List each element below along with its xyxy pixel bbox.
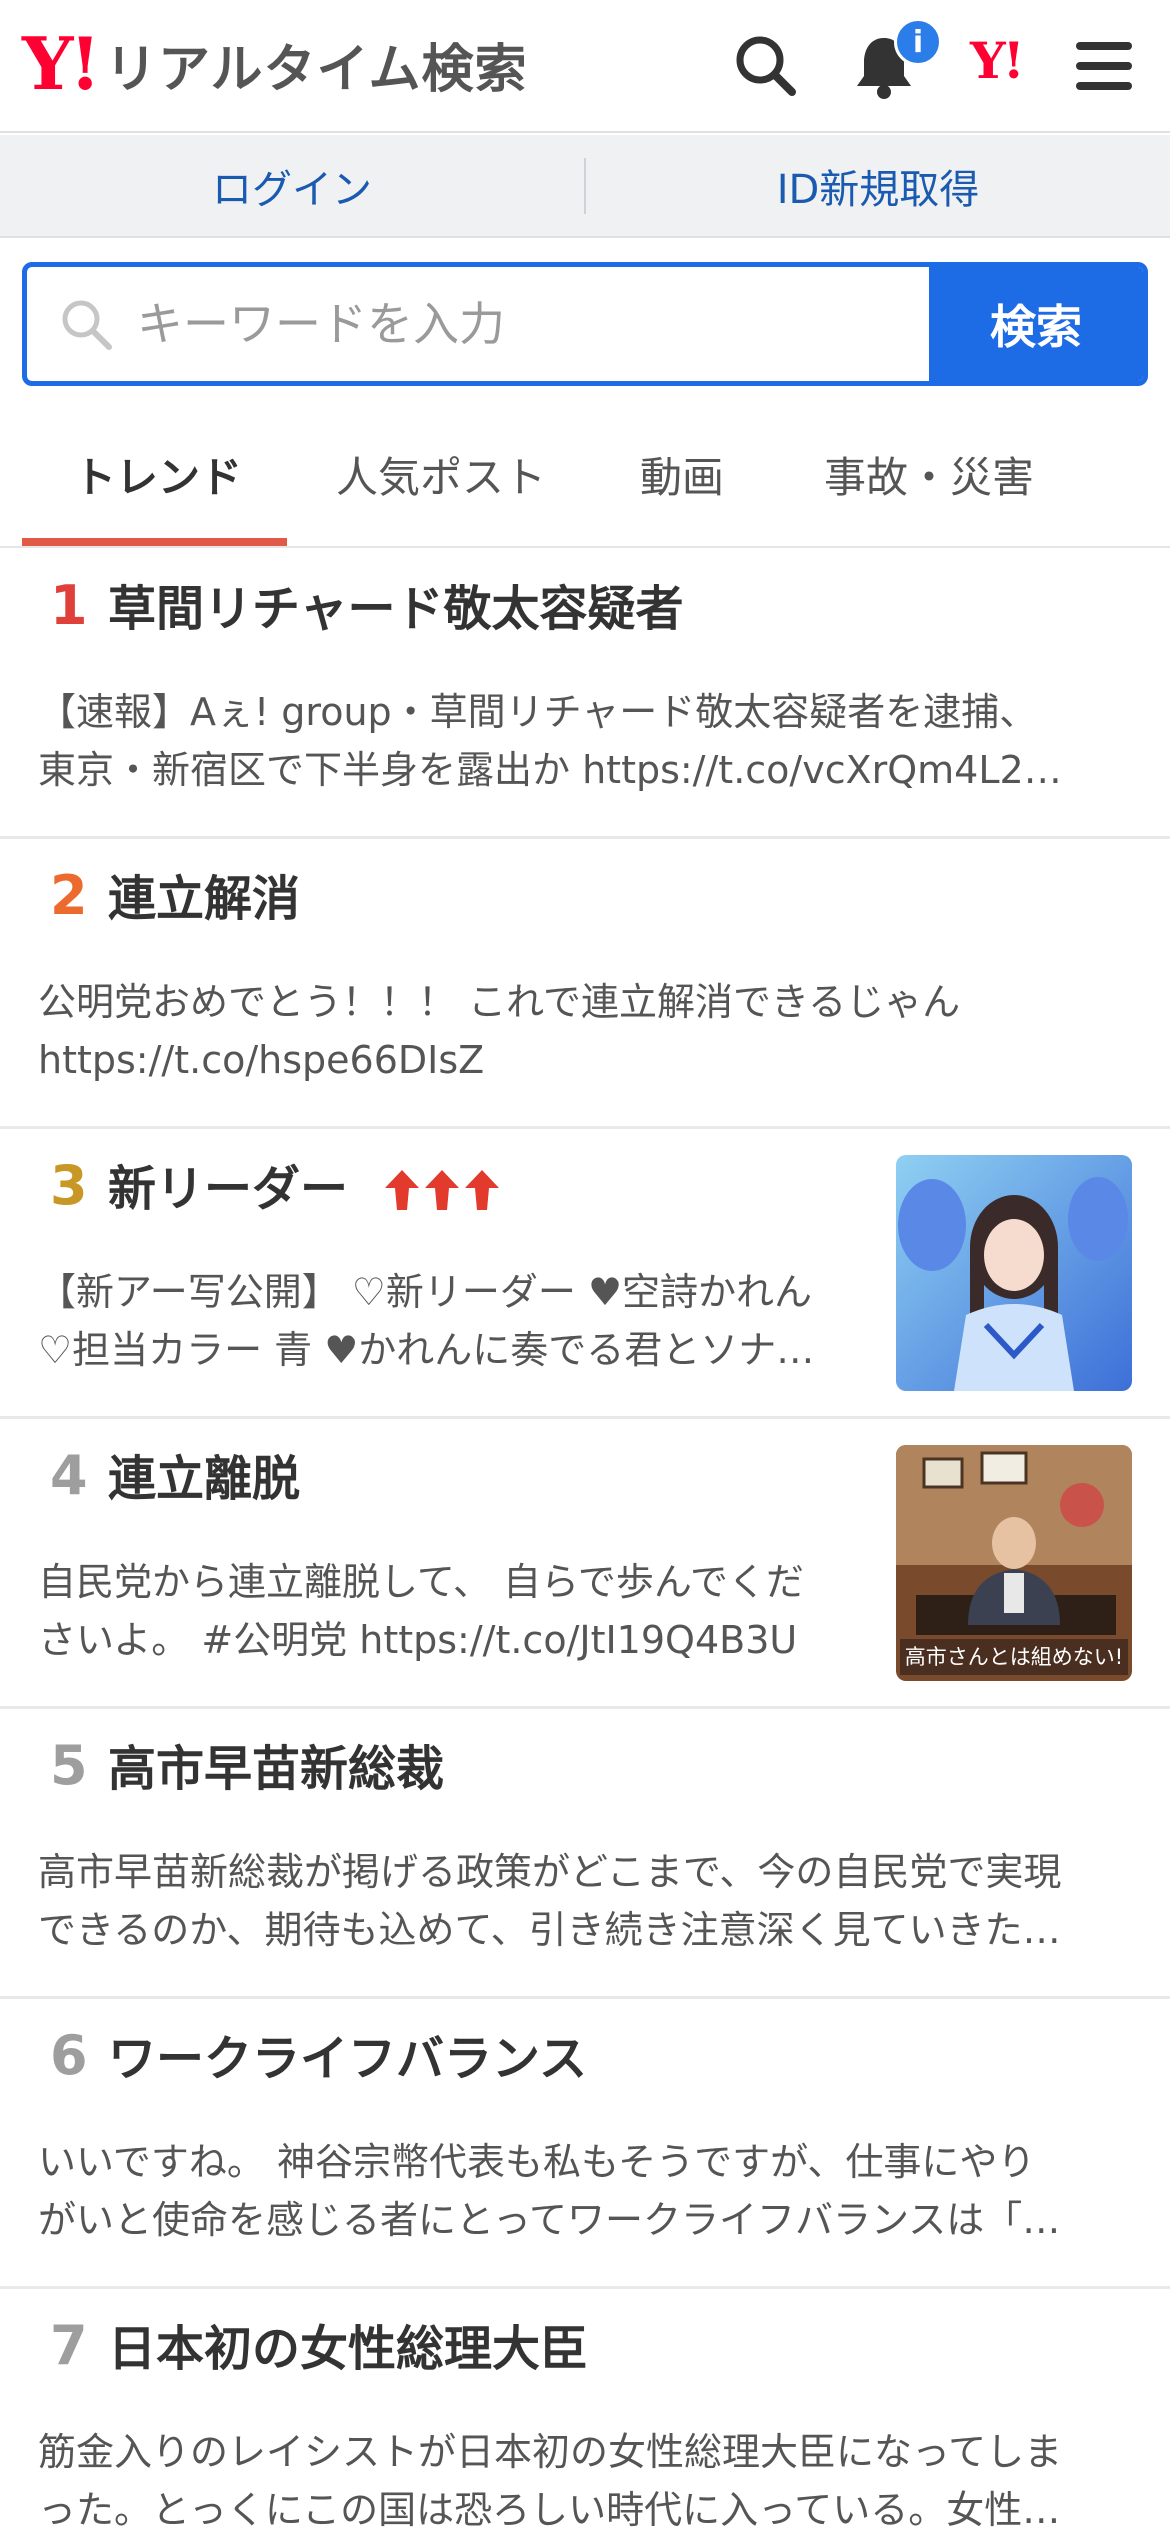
rank-number: 3 bbox=[50, 1154, 88, 1217]
yahoo-japan-icon[interactable]: Y! bbox=[970, 36, 1025, 86]
trend-arrow-icon bbox=[384, 1170, 419, 1210]
tab-accidents-disasters[interactable]: 事故・災害 bbox=[824, 444, 1034, 505]
active-tab-indicator bbox=[22, 538, 287, 546]
thumbnail-caption: 高市さんとは組めない! bbox=[905, 1645, 1123, 1669]
trend-title[interactable]: 連立離脱 bbox=[108, 1453, 300, 1506]
trend-description: 高市早苗新総裁が掲げる政策がどこまで、今の自民党で実現 できるのか、期待も込めて… bbox=[38, 1843, 1128, 1959]
trend-description: 自民党から連立離脱して、 自らで歩んでくだ さいよ。 #公明党 https://… bbox=[38, 1553, 838, 1669]
trend-arrow-icon bbox=[464, 1170, 499, 1210]
tab-popular-posts[interactable]: 人気ポスト bbox=[336, 444, 546, 505]
list-item[interactable]: 5 高市早苗新総裁 高市早苗新総裁が掲げる政策がどこまで、今の自民党で実現 でき… bbox=[0, 1709, 1170, 1999]
trending-up-arrows bbox=[383, 1168, 503, 1212]
notification-badge: i bbox=[894, 18, 942, 66]
trend-description: 【速報】Aぇ! group・草間リチャード敬太容疑者を逮捕、 東京・新宿区で下半… bbox=[38, 683, 1128, 799]
trend-description: 筋金入りのレイシストが日本初の女性総理大臣になってしま った。とっくにこの国は恐… bbox=[38, 2423, 1128, 2532]
description-line: 東京・新宿区で下半身を露出か https://t.co/vcXrQm4L2… bbox=[38, 748, 1062, 792]
description-line: 【速報】Aぇ! group・草間リチャード敬太容疑者を逮捕、 bbox=[38, 690, 1038, 734]
login-link[interactable]: ログイン bbox=[0, 157, 584, 215]
trend-description: 【新アー写公開】 ♡新リーダー ♥空詩かれん ♡担当カラー 青 ♥かれんに奏でる… bbox=[38, 1263, 838, 1379]
list-item[interactable]: 1 草間リチャード敬太容疑者 【速報】Aぇ! group・草間リチャード敬太容疑… bbox=[0, 549, 1170, 839]
description-line: 高市早苗新総裁が掲げる政策がどこまで、今の自民党で実現 bbox=[38, 1850, 1062, 1894]
trend-list: 1 草間リチャード敬太容疑者 【速報】Aぇ! group・草間リチャード敬太容疑… bbox=[0, 549, 1170, 2532]
list-item[interactable]: 3 新リーダー 【新アー写公開】 ♡新リーダー ♥空詩かれん ♡担当カラー 青 … bbox=[0, 1129, 1170, 1419]
politician-photo-thumbnail[interactable]: 高市さんとは組めない! bbox=[896, 1445, 1132, 1681]
description-line: 【新アー写公開】 ♡新リーダー ♥空詩かれん bbox=[38, 1270, 813, 1314]
trend-title[interactable]: 日本初の女性総理大臣 bbox=[108, 2323, 588, 2376]
trend-title[interactable]: 草間リチャード敬太容疑者 bbox=[108, 583, 684, 636]
tab-videos[interactable]: 動画 bbox=[640, 444, 724, 505]
rank-number: 1 bbox=[50, 574, 88, 637]
register-link[interactable]: ID新規取得 bbox=[586, 157, 1170, 215]
trend-title: 新リーダー bbox=[108, 1161, 349, 1217]
list-item[interactable]: 2 連立解消 公明党おめでとう！！！ これで連立解消できるじゃん https:/… bbox=[0, 839, 1170, 1129]
rank-number: 2 bbox=[50, 864, 88, 927]
yahoo-logo-mark: Y! bbox=[22, 21, 101, 106]
tab-trend[interactable]: トレンド bbox=[74, 444, 242, 505]
description-line: いいですね。 神谷宗幣代表も私もそうですが、仕事にやり bbox=[38, 2140, 1036, 2184]
trend-description: 公明党おめでとう！！！ これで連立解消できるじゃん https://t.co/h… bbox=[38, 973, 1128, 1089]
list-item[interactable]: 4 連立離脱 自民党から連立離脱して、 自らで歩んでくだ さいよ。 #公明党 h… bbox=[0, 1419, 1170, 1709]
trend-arrow-icon bbox=[424, 1170, 459, 1210]
description-line: った。とっくにこの国は恐ろしい時代に入っている。女性… bbox=[38, 2488, 1061, 2532]
search-icon[interactable] bbox=[730, 30, 802, 102]
rank-number: 4 bbox=[50, 1444, 88, 1507]
description-line: できるのか、期待も込めて、引き続き注意深く見ていきた… bbox=[38, 1908, 1061, 1952]
list-item[interactable]: 7 日本初の女性総理大臣 筋金入りのレイシストが日本初の女性総理大臣になってしま… bbox=[0, 2289, 1170, 2532]
description-line: さいよ。 #公明党 https://t.co/JtI19Q4B3U bbox=[38, 1618, 798, 1662]
trend-title[interactable]: ワークライフバランス bbox=[108, 2033, 587, 2086]
description-line: 自民党から連立離脱して、 自らで歩んでくだ bbox=[38, 1560, 805, 1604]
rank-number: 7 bbox=[50, 2314, 88, 2377]
description-line: https://t.co/hspe66DIsZ bbox=[38, 1038, 485, 1082]
login-bar: ログイン ID新規取得 bbox=[0, 135, 1170, 238]
idol-photo-thumbnail[interactable] bbox=[896, 1155, 1132, 1391]
search-icon bbox=[62, 300, 112, 350]
tab-bar: トレンド 人気ポスト 動画 事故・災害 bbox=[0, 400, 1170, 548]
description-line: がいと使命を感じる者にとってワークライフバランスは「… bbox=[38, 2198, 1061, 2242]
description-line: 筋金入りのレイシストが日本初の女性総理大臣になってしま bbox=[38, 2430, 1063, 2474]
trend-title[interactable]: 連立解消 bbox=[108, 873, 300, 926]
trend-title[interactable]: 高市早苗新総裁 bbox=[108, 1743, 444, 1796]
search-input[interactable] bbox=[137, 267, 937, 381]
rank-number: 5 bbox=[50, 1734, 88, 1797]
rank-number: 6 bbox=[50, 2024, 88, 2087]
logo-text: リアルタイム検索 bbox=[105, 39, 528, 100]
search-button[interactable]: 検索 bbox=[929, 267, 1143, 381]
search-form: 検索 bbox=[22, 262, 1148, 386]
description-line: 公明党おめでとう！！！ これで連立解消できるじゃん bbox=[38, 980, 961, 1024]
app-header: Y! リアルタイム検索 i Y! bbox=[0, 0, 1170, 133]
hamburger-menu-icon[interactable] bbox=[1068, 30, 1140, 102]
description-line: ♡担当カラー 青 ♥かれんに奏でる君とソナ… bbox=[38, 1328, 815, 1372]
yahoo-realtime-logo[interactable]: Y! リアルタイム検索 bbox=[22, 28, 527, 100]
list-item[interactable]: 6 ワークライフバランス いいですね。 神谷宗幣代表も私もそうですが、仕事にやり… bbox=[0, 1999, 1170, 2289]
trend-description: いいですね。 神谷宗幣代表も私もそうですが、仕事にやり がいと使命を感じる者にと… bbox=[38, 2133, 1128, 2249]
trend-title-row[interactable]: 新リーダー bbox=[108, 1163, 503, 1216]
